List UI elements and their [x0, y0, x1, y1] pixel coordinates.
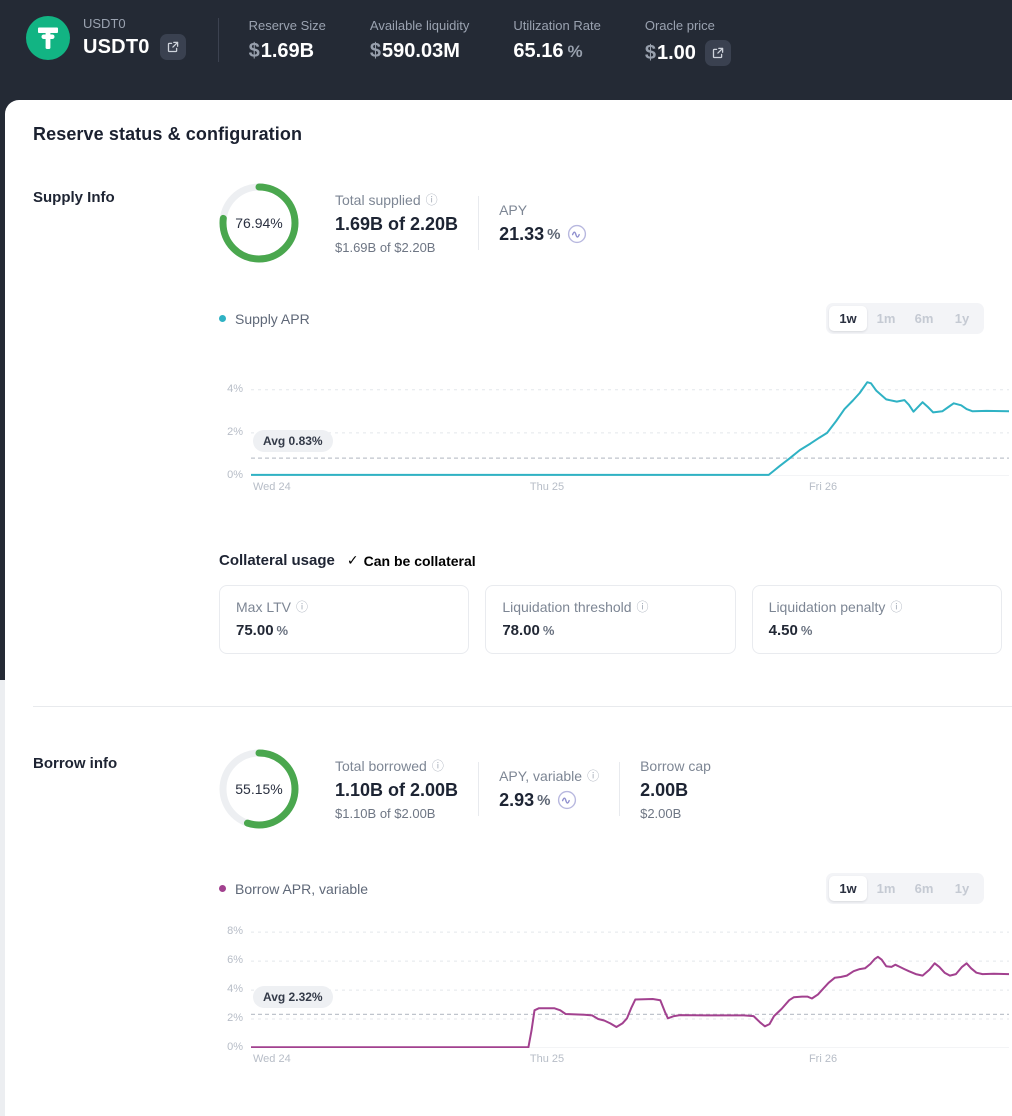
supply-chart-x-axis: Wed 24 Thu 25 Fri 26 — [251, 476, 1012, 496]
total-borrowed-kpi: Total borrowedⓘ 1.10B of 2.00B $1.10B of… — [335, 758, 478, 821]
borrow-utilization-donut: 55.15% — [219, 749, 299, 829]
supply-donut-percent: 76.94% — [219, 183, 299, 263]
borrow-cap-kpi: Borrow cap 2.00B $2.00B — [640, 758, 731, 821]
borrow-chart-y-axis: 0%2%4%6%8% — [219, 922, 251, 1048]
supply-chart-y-axis: 0%2%4% — [219, 366, 251, 476]
borrow-section-label: Borrow info — [33, 749, 219, 1068]
oracle-external-link-button[interactable] — [705, 40, 731, 66]
token-text: USDT0 USDT0 — [83, 16, 186, 60]
x-axis-tick: Thu 25 — [530, 1053, 564, 1065]
supply-apr-chart: 0% 2% 4% Avg 0.83% Wed 24 Thu 25 Fri 26 — [219, 366, 1012, 496]
header-divider — [218, 18, 219, 62]
y-axis-tick: 6% — [227, 954, 243, 966]
borrow-apr-dot — [219, 885, 226, 892]
borrow-apy-kpi: APY, variableⓘ 2.93% — [499, 768, 619, 811]
time-range-6m[interactable]: 6m — [905, 306, 943, 331]
stat-reserve-size: Reserve Size $1.69B — [249, 18, 326, 66]
apy-wave-icon[interactable] — [557, 790, 577, 810]
kpi-divider — [478, 196, 479, 250]
borrow-apr-legend: Borrow APR, variable — [219, 881, 368, 897]
stat-available-liquidity: Available liquidity $590.03M — [370, 18, 470, 66]
collateral-usage-heading: Collateral usage — [219, 552, 335, 569]
kpi-divider — [619, 762, 620, 816]
info-icon[interactable]: ⓘ — [296, 601, 308, 613]
borrow-section: Borrow info 55.15% Total borrowedⓘ 1.10B… — [5, 749, 1012, 1068]
info-icon[interactable]: ⓘ — [637, 601, 649, 613]
liquidation-penalty-card: Liquidation penaltyⓘ 4.50% — [752, 585, 1002, 654]
total-supplied-kpi: Total suppliedⓘ 1.69B of 2.20B $1.69B of… — [335, 192, 478, 255]
x-axis-tick: Fri 26 — [809, 481, 837, 493]
supply-utilization-donut: 76.94% — [219, 183, 299, 263]
reserve-header: USDT0 USDT0 Reserve Size $1.69B Availabl… — [0, 0, 1012, 100]
borrow-time-range-selector: 1w 1m 6m 1y — [826, 873, 984, 904]
supply-apr-dot — [219, 315, 226, 322]
avg-badge: Avg 2.32% — [253, 986, 333, 1008]
external-link-icon — [167, 41, 179, 53]
borrow-donut-percent: 55.15% — [219, 749, 299, 829]
supply-section-label: Supply Info — [33, 183, 219, 654]
check-icon: ✓ — [347, 552, 359, 569]
y-axis-tick: 2% — [227, 426, 243, 438]
time-range-1y[interactable]: 1y — [943, 876, 981, 901]
avg-badge: Avg 0.83% — [253, 430, 333, 452]
liquidation-threshold-card: Liquidation thresholdⓘ 78.00% — [485, 585, 735, 654]
time-range-1w[interactable]: 1w — [829, 876, 867, 901]
max-ltv-card: Max LTVⓘ 75.00% — [219, 585, 469, 654]
time-range-1m[interactable]: 1m — [867, 876, 905, 901]
time-range-1m[interactable]: 1m — [867, 306, 905, 331]
external-link-icon — [712, 47, 724, 59]
section-divider — [33, 706, 1012, 707]
time-range-6m[interactable]: 6m — [905, 876, 943, 901]
token-label: USDT0 — [83, 16, 186, 31]
x-axis-tick: Wed 24 — [253, 1053, 291, 1065]
time-range-1w[interactable]: 1w — [829, 306, 867, 331]
y-axis-tick: 8% — [227, 925, 243, 937]
supply-time-range-selector: 1w 1m 6m 1y — [826, 303, 984, 334]
header-stats: Reserve Size $1.69B Available liquidity … — [249, 16, 731, 66]
y-axis-tick: 4% — [227, 983, 243, 995]
y-axis-tick: 0% — [227, 469, 243, 481]
apr-line — [251, 382, 1009, 475]
borrow-apr-svg — [251, 922, 1009, 1048]
info-icon[interactable]: ⓘ — [432, 760, 444, 772]
token-name: USDT0 — [83, 36, 150, 59]
supply-apr-svg — [251, 366, 1009, 476]
x-axis-tick: Thu 25 — [530, 481, 564, 493]
time-range-1y[interactable]: 1y — [943, 306, 981, 331]
supply-apr-legend: Supply APR — [219, 311, 310, 327]
x-axis-tick: Fri 26 — [809, 1053, 837, 1065]
token-external-link-button[interactable] — [160, 34, 186, 60]
y-axis-tick: 4% — [227, 383, 243, 395]
y-axis-tick: 0% — [227, 1041, 243, 1053]
apr-line — [251, 957, 1009, 1048]
usdt0-token-icon — [26, 16, 70, 60]
stat-utilization-rate: Utilization Rate 65.16% — [513, 18, 600, 66]
supply-chart-plot: Avg 0.83% — [251, 366, 1009, 476]
token-group: USDT0 USDT0 — [26, 16, 186, 60]
apy-wave-icon[interactable] — [567, 224, 587, 244]
borrow-apr-chart: 0% 2% 4% 6% 8% Avg 2.32% Wed 24 Thu 25 Fri 26 — [219, 922, 1012, 1068]
reserve-status-card: Reserve status & configuration Supply In… — [5, 100, 1012, 1116]
y-axis-tick: 2% — [227, 1012, 243, 1024]
x-axis-tick: Wed 24 — [253, 481, 291, 493]
kpi-divider — [478, 762, 479, 816]
info-icon[interactable]: ⓘ — [587, 770, 599, 782]
can-be-collateral-badge: ✓ Can be collateral — [347, 552, 476, 569]
page-title: Reserve status & configuration — [5, 100, 1012, 145]
info-icon[interactable]: ⓘ — [426, 194, 438, 206]
borrow-chart-plot: Avg 2.32% — [251, 922, 1009, 1048]
supply-apy-kpi: APY 21.33% — [499, 202, 607, 245]
info-icon[interactable]: ⓘ — [890, 601, 902, 613]
borrow-chart-x-axis: Wed 24 Thu 25 Fri 26 — [251, 1048, 1012, 1068]
stat-oracle-price: Oracle price $1.00 — [645, 18, 731, 66]
supply-section: Supply Info 76.94% Total suppliedⓘ 1.69B… — [5, 183, 1012, 654]
